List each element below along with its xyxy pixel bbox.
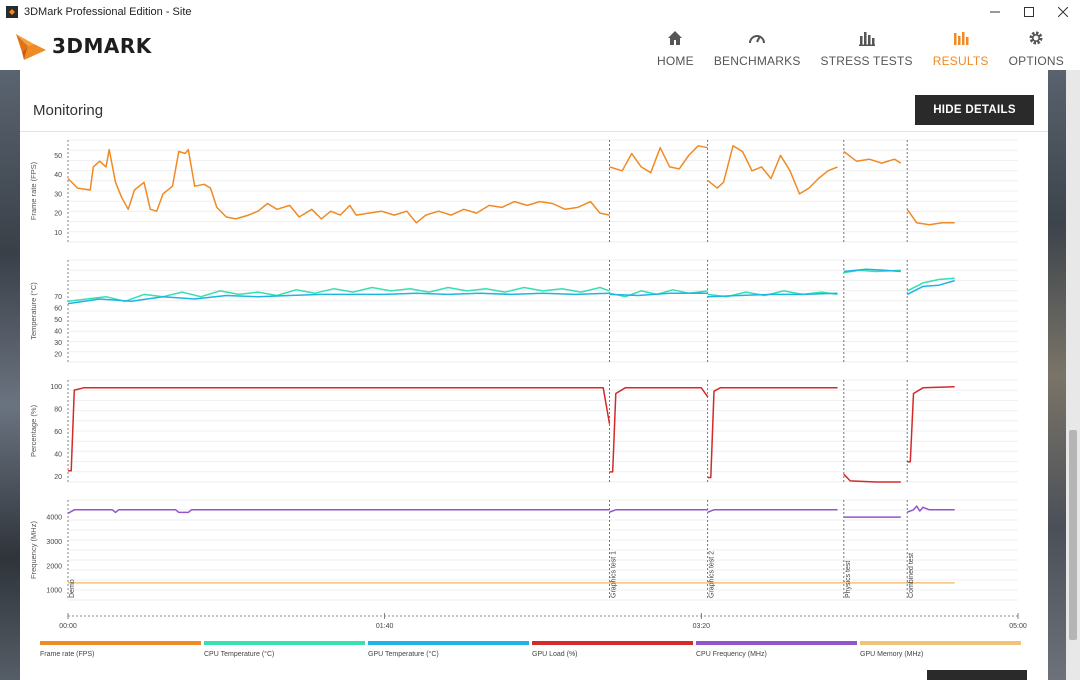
legend-item[interactable]: GPU Load (%) <box>532 641 693 658</box>
panel-title: Monitoring <box>33 102 104 119</box>
y-tick-label: 60 <box>54 429 62 436</box>
y-tick-label: 40 <box>54 172 62 179</box>
nav-label: OPTIONS <box>1008 54 1064 68</box>
title-bar: 3DMark Professional Edition - Site <box>0 0 1080 24</box>
y-tick-label: 80 <box>54 407 62 414</box>
legend-item[interactable]: CPU Temperature (°C) <box>204 641 365 658</box>
chart-legend: Frame rate (FPS) CPU Temperature (°C) GP… <box>20 641 1028 671</box>
legend-label: CPU Frequency (MHz) <box>696 651 767 658</box>
close-button[interactable] <box>1046 0 1080 24</box>
nav-home[interactable]: HOME <box>657 28 694 68</box>
test-marker-label: Physics test <box>845 561 852 598</box>
y-tick-label: 20 <box>54 211 62 218</box>
nav-options[interactable]: OPTIONS <box>1009 28 1064 68</box>
monitoring-chart: 10 20 30 40 50 Frame rate (FPS) 20 30 40 50 60 70 Te… <box>29 139 1027 630</box>
y-axis-title: Frame rate (FPS) <box>29 161 38 220</box>
legend-item[interactable]: Frame rate (FPS) <box>40 641 201 658</box>
gear-icon <box>1028 28 1044 48</box>
monitoring-panel: Monitoring HIDE DETAILS 10 20 30 40 50 Frame … <box>20 70 1048 680</box>
legend-label: GPU Temperature (°C) <box>368 651 439 658</box>
stress-bars-icon <box>858 28 875 48</box>
y-axis-title: Frequency (MHz) <box>29 521 38 579</box>
y-tick-label: 50 <box>54 153 62 160</box>
nav-benchmarks[interactable]: BENCHMARKS <box>714 28 801 68</box>
series-line <box>707 387 838 479</box>
y-tick-label: 4000 <box>46 515 62 522</box>
minimize-icon <box>990 11 1000 13</box>
x-tick-label: 03:20 <box>693 623 711 630</box>
maximize-button[interactable] <box>1012 0 1046 24</box>
series-line <box>707 509 838 513</box>
y-tick-label: 20 <box>54 351 62 358</box>
test-marker-label: Combined test <box>908 553 915 598</box>
x-tick-label: 00:00 <box>59 623 77 630</box>
watermark: 值 什么值得买 <box>930 646 1031 663</box>
series-line <box>609 292 708 297</box>
x-tick-label: 01:40 <box>376 623 394 630</box>
maximize-icon <box>1024 7 1034 17</box>
legend-label: CPU Temperature (°C) <box>204 651 275 658</box>
legend-item[interactable]: GPU Temperature (°C) <box>368 641 529 658</box>
hide-details-button[interactable]: HIDE DETAILS <box>915 95 1034 125</box>
y-tick-label: 10 <box>54 230 62 237</box>
home-icon <box>667 28 683 48</box>
scrollbar-thumb[interactable] <box>1069 430 1077 640</box>
series-line <box>707 145 838 195</box>
legend-label: Frame rate (FPS) <box>40 651 95 658</box>
legend-swatch <box>696 641 857 645</box>
nav-label: BENCHMARKS <box>713 54 801 68</box>
y-tick-label: 50 <box>54 317 62 324</box>
nav-label: STRESS TESTS <box>820 54 913 68</box>
nav-label: RESULTS <box>932 54 989 68</box>
series-line <box>907 385 955 463</box>
logo-text: 3DMARK <box>52 34 152 58</box>
y-tick-label: 2000 <box>46 563 62 570</box>
series-line <box>906 505 955 513</box>
y-tick-label: 60 <box>54 306 62 313</box>
test-marker-label: Graphics test 1 <box>611 551 618 598</box>
y-tick-label: 1000 <box>46 588 62 595</box>
y-tick-label: 3000 <box>46 539 62 546</box>
legend-item[interactable]: CPU Frequency (MHz) <box>696 641 857 658</box>
main-nav: HOME BENCHMARKS STRESS TESTS RESULTS OPT… <box>637 28 1064 68</box>
gauge-icon <box>748 28 766 48</box>
nav-results[interactable]: RESULTS <box>933 28 989 68</box>
y-tick-label: 30 <box>54 191 62 198</box>
app-icon <box>6 6 18 18</box>
window-title: 3DMark Professional Edition - Site <box>24 6 192 18</box>
series-line <box>843 150 902 164</box>
results-bars-icon <box>953 28 969 48</box>
y-tick-label: 30 <box>54 340 62 347</box>
background-image-left <box>0 70 20 680</box>
app-header: 3DMARK HOME BENCHMARKS STRESS TESTS RESU… <box>0 24 1080 70</box>
y-tick-label: 40 <box>54 329 62 336</box>
test-marker-label: Demo <box>69 579 76 598</box>
legend-swatch <box>368 641 529 645</box>
window-controls <box>978 0 1080 24</box>
legend-label: GPU Load (%) <box>532 651 578 658</box>
y-axis-title: Temperature (°C) <box>29 282 38 340</box>
scrollbar[interactable] <box>1066 70 1080 680</box>
nav-label: HOME <box>657 54 694 68</box>
logo: 3DMARK <box>14 30 152 62</box>
series-line <box>609 509 708 513</box>
y-tick-label: 20 <box>54 474 62 481</box>
minimize-button[interactable] <box>978 0 1012 24</box>
y-axis-title: Percentage (%) <box>29 404 38 457</box>
close-icon <box>1058 7 1068 17</box>
x-tick-label: 05:00 <box>1009 623 1027 630</box>
legend-swatch <box>532 641 693 645</box>
y-tick-label: 100 <box>50 384 62 391</box>
series-line <box>843 473 901 483</box>
series-line <box>67 509 610 515</box>
legend-swatch <box>40 641 201 645</box>
y-tick-label: 70 <box>54 294 62 301</box>
bottom-button[interactable] <box>927 670 1027 680</box>
nav-stress-tests[interactable]: STRESS TESTS <box>821 28 913 68</box>
series-line <box>707 292 838 298</box>
logo-icon <box>16 34 46 60</box>
y-tick-label: 40 <box>54 451 62 458</box>
legend-swatch <box>204 641 365 645</box>
test-marker-label: Graphics test 2 <box>709 551 716 598</box>
